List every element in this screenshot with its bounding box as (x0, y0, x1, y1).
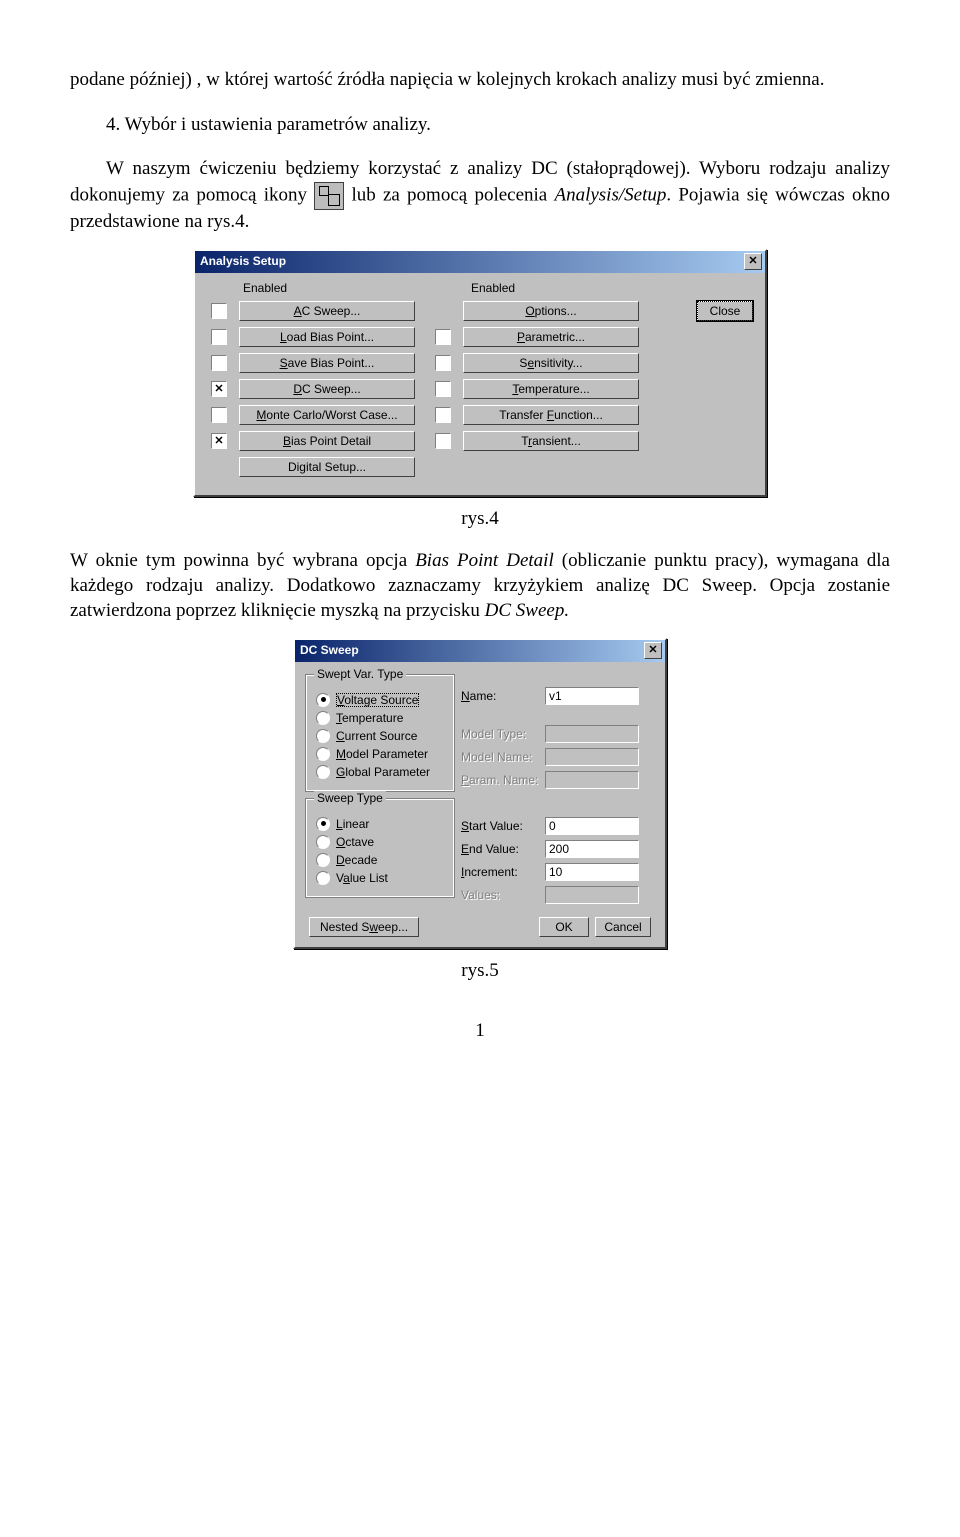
nested-sweep-button[interactable]: Nested Sweep... (309, 917, 419, 937)
chk-temperature[interactable] (435, 381, 451, 397)
btn-bias-point[interactable]: Bias Point Detail (239, 431, 415, 451)
paragraph-4: W oknie tym powinna być wybrana opcja Bi… (70, 549, 890, 623)
chk-load-bias[interactable] (211, 329, 227, 345)
caption-rys4: rys.4 (70, 507, 890, 532)
dc-sweep-title: DC Sweep (300, 643, 359, 657)
chk-save-bias[interactable] (211, 355, 227, 371)
close-icon[interactable]: ✕ (644, 642, 662, 659)
opt-value-list[interactable]: Value List (316, 871, 444, 885)
chk-transient[interactable] (435, 433, 451, 449)
btn-monte-carlo[interactable]: Monte Carlo/Worst Case... (239, 405, 415, 425)
paragraph-3: W naszym ćwiczeniu będziemy korzystać z … (70, 157, 890, 234)
opt-global-parameter[interactable]: Global Parameter (316, 765, 444, 779)
btn-parametric[interactable]: Parametric... (463, 327, 639, 347)
btn-options[interactable]: Options... (463, 301, 639, 321)
btn-sensitivity[interactable]: Sensitivity... (463, 353, 639, 373)
opt-linear[interactable]: Linear (316, 817, 444, 831)
param-name-label: Param. Name: (461, 773, 545, 787)
chk-ac-sweep[interactable] (211, 303, 227, 319)
legend-swept-var: Swept Var. Type (314, 667, 406, 681)
enabled-label-left: Enabled (239, 281, 433, 295)
dc-sweep-dialog: DC Sweep ✕ Swept Var. Type Voltage Sourc… (293, 638, 667, 949)
paragraph-4b-italic: Bias Point Detail (415, 550, 554, 571)
paragraph-4d-italic: DC Sweep. (485, 600, 569, 621)
heading-4: 4. Wybór i ustawienia parametrów analizy… (70, 113, 890, 138)
chk-monte-carlo[interactable] (211, 407, 227, 423)
values-label: Values: (461, 888, 545, 902)
model-type-label: Model Type: (461, 727, 545, 741)
opt-octave[interactable]: Octave (316, 835, 444, 849)
btn-digital-setup[interactable]: Digital Setup... (239, 457, 415, 477)
ok-button[interactable]: OK (539, 917, 589, 937)
paragraph-3c-italic: Analysis/Setup (554, 184, 666, 205)
close-button[interactable]: Close (697, 301, 753, 321)
btn-load-bias[interactable]: Load Bias Point... (239, 327, 415, 347)
analysis-setup-title: Analysis Setup (200, 254, 286, 268)
chk-dc-sweep[interactable]: ✕ (211, 381, 227, 397)
analysis-setup-icon (314, 182, 344, 210)
chk-parametric[interactable] (435, 329, 451, 345)
group-sweep-type: Sweep Type Linear Octave Decade Value Li… (305, 798, 455, 898)
page-number: 1 (70, 1019, 890, 1044)
btn-dc-sweep[interactable]: DC Sweep... (239, 379, 415, 399)
dc-sweep-titlebar: DC Sweep ✕ (295, 640, 665, 662)
increment-label: Increment: (461, 865, 545, 879)
btn-ac-sweep[interactable]: AC Sweep... (239, 301, 415, 321)
enabled-label-right: Enabled (467, 281, 661, 295)
opt-current-source[interactable]: Current Source (316, 729, 444, 743)
analysis-setup-dialog: Analysis Setup ✕ Enabled Enabled AC Swee… (193, 249, 767, 497)
opt-voltage-source[interactable]: Voltage Source (316, 693, 444, 707)
increment-field[interactable]: 10 (545, 863, 639, 881)
analysis-setup-titlebar: Analysis Setup ✕ (195, 251, 765, 273)
end-value-label: End Value: (461, 842, 545, 856)
name-label: Name: (461, 689, 545, 703)
param-name-field (545, 771, 639, 789)
close-icon[interactable]: ✕ (744, 253, 762, 270)
opt-temperature[interactable]: Temperature (316, 711, 444, 725)
model-name-label: Model Name: (461, 750, 545, 764)
chk-bias-point[interactable]: ✕ (211, 433, 227, 449)
start-value-field[interactable]: 0 (545, 817, 639, 835)
btn-transfer[interactable]: Transfer Function... (463, 405, 639, 425)
name-field[interactable]: v1 (545, 687, 639, 705)
paragraph-1: podane później) , w której wartość źródł… (70, 68, 890, 93)
caption-rys5: rys.5 (70, 959, 890, 984)
group-swept-var-type: Swept Var. Type Voltage Source Temperatu… (305, 674, 455, 792)
end-value-field[interactable]: 200 (545, 840, 639, 858)
start-value-label: Start Value: (461, 819, 545, 833)
cancel-button[interactable]: Cancel (595, 917, 651, 937)
model-name-field (545, 748, 639, 766)
model-type-field (545, 725, 639, 743)
paragraph-3b: lub za pomocą polecenia (351, 184, 554, 205)
chk-sensitivity[interactable] (435, 355, 451, 371)
legend-sweep-type: Sweep Type (314, 791, 386, 805)
chk-transfer[interactable] (435, 407, 451, 423)
btn-transient[interactable]: Transient... (463, 431, 639, 451)
opt-model-parameter[interactable]: Model Parameter (316, 747, 444, 761)
btn-temperature[interactable]: Temperature... (463, 379, 639, 399)
paragraph-4a: W oknie tym powinna być wybrana opcja (70, 550, 415, 571)
btn-save-bias[interactable]: Save Bias Point... (239, 353, 415, 373)
values-field (545, 886, 639, 904)
opt-decade[interactable]: Decade (316, 853, 444, 867)
